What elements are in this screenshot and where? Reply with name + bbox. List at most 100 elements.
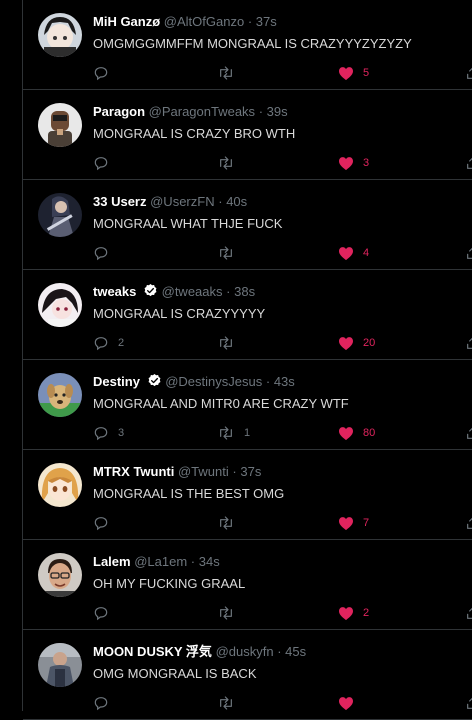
share-button[interactable] (465, 604, 472, 622)
avatar[interactable] (38, 643, 82, 687)
retweet-button[interactable] (217, 334, 244, 352)
retweet-button[interactable] (217, 694, 244, 712)
avatar[interactable] (38, 193, 82, 237)
anime-avatar-icon (38, 283, 82, 327)
display-name[interactable]: MiH Ganzø (93, 14, 160, 29)
tweet[interactable]: MiH Ganzø @AltOfGanzo · 37s OMGMGGMMFFM … (23, 0, 472, 90)
separator-dot: · (190, 554, 196, 569)
share-button[interactable] (465, 694, 472, 712)
tweet[interactable]: Paragon @ParagonTweaks · 39s MONGRAAL IS… (23, 90, 472, 180)
like-button[interactable]: 5 (338, 64, 369, 82)
user-handle[interactable]: @AltOfGanzo (164, 14, 244, 29)
separator-dot: · (247, 14, 253, 29)
timestamp[interactable]: 34s (199, 554, 220, 569)
reply-button[interactable]: 2 (93, 334, 124, 352)
timestamp[interactable]: 43s (274, 374, 295, 389)
dog-avatar-icon (38, 373, 82, 417)
share-button[interactable] (465, 244, 472, 262)
timestamp[interactable]: 39s (267, 104, 288, 119)
heart-icon (339, 336, 353, 350)
reply-button[interactable] (93, 604, 118, 622)
timestamp[interactable]: 38s (234, 284, 255, 299)
tweet-header: MiH Ganzø @AltOfGanzo · 37s (93, 13, 277, 30)
avatar[interactable] (38, 463, 82, 507)
share-icon (467, 337, 472, 349)
user-handle[interactable]: @Twunti (178, 464, 229, 479)
like-button[interactable]: 3 (338, 154, 369, 172)
tweet[interactable]: tweaks @tweaaks · 38s MONGRAAL IS CRAZYY… (23, 270, 472, 360)
display-name[interactable]: 33 Userz (93, 194, 146, 209)
like-button[interactable] (338, 694, 363, 712)
timestamp[interactable]: 45s (285, 644, 306, 659)
avatar[interactable] (38, 283, 82, 327)
tweet-text: MONGRAAL AND MITR0 ARE CRAZY WTF (93, 396, 349, 411)
reply-icon (94, 247, 108, 261)
tweet-text: MONGRAAL IS THE BEST OMG (93, 486, 285, 501)
timestamp[interactable]: 37s (240, 464, 261, 479)
display-name[interactable]: MOON DUSKY 浮気 (93, 644, 212, 659)
display-name[interactable]: Lalem (93, 554, 131, 569)
retweet-button[interactable] (217, 604, 244, 622)
separator-dot: · (232, 464, 237, 479)
user-handle[interactable]: @UserzFN (150, 194, 214, 209)
reply-button[interactable] (93, 64, 118, 82)
avatar[interactable] (38, 373, 82, 417)
retweet-button[interactable] (217, 154, 244, 172)
reply-icon (94, 157, 108, 171)
reply-button[interactable] (93, 154, 118, 172)
user-handle[interactable]: @ParagonTweaks (149, 104, 255, 119)
action-bar: 3 (93, 154, 472, 172)
reply-button[interactable]: 3 (93, 424, 124, 442)
tweet[interactable]: MOON DUSKY 浮気 @duskyfn · 45s OMG MONGRAA… (23, 630, 472, 720)
share-button[interactable] (465, 424, 472, 442)
separator-dot: · (226, 284, 231, 299)
user-handle[interactable]: @DestinysJesus (165, 374, 262, 389)
display-name[interactable]: Paragon (93, 104, 145, 119)
user-handle[interactable]: @duskyfn (216, 644, 274, 659)
share-button[interactable] (465, 334, 472, 352)
like-button[interactable]: 20 (338, 334, 375, 352)
retweet-button[interactable]: 1 (217, 424, 250, 442)
share-button[interactable] (465, 64, 472, 82)
user-handle[interactable]: @La1em (134, 554, 187, 569)
like-button[interactable]: 4 (338, 244, 369, 262)
share-button[interactable] (465, 154, 472, 172)
share-button[interactable] (465, 514, 472, 532)
display-name[interactable]: Destiny (93, 374, 140, 389)
person-avatar-icon (38, 553, 82, 597)
tweet[interactable]: Destiny @DestinysJesus · 43s MONGRAAL AN… (23, 360, 472, 450)
reply-button[interactable] (93, 514, 118, 532)
heart-icon (339, 156, 353, 170)
tweet-text: OMG MONGRAAL IS BACK (93, 666, 257, 681)
retweet-icon (220, 246, 232, 260)
tweet[interactable]: MTRX Twunti @Twunti · 37s MONGRAAL IS TH… (23, 450, 472, 540)
character-avatar-icon (38, 103, 82, 147)
like-button[interactable]: 80 (338, 424, 375, 442)
like-button[interactable]: 7 (338, 514, 369, 532)
reply-count: 3 (118, 427, 125, 439)
reply-icon (94, 517, 108, 531)
timestamp[interactable]: 37s (256, 14, 277, 29)
avatar[interactable] (38, 103, 82, 147)
retweet-icon (220, 426, 232, 440)
tweet[interactable]: Lalem @La1em · 34s OH MY FUCKING GRAAL 2 (23, 540, 472, 630)
retweet-button[interactable] (217, 64, 244, 82)
avatar[interactable] (38, 13, 82, 57)
reply-button[interactable] (93, 694, 118, 712)
display-name[interactable]: MTRX Twunti (93, 464, 174, 479)
person-avatar-icon (38, 643, 82, 687)
tweet-header: Lalem @La1em · 34s (93, 553, 220, 570)
tweet[interactable]: 33 Userz @UserzFN · 40s MONGRAAL WHAT TH… (23, 180, 472, 270)
reply-button[interactable] (93, 244, 118, 262)
avatar[interactable] (38, 553, 82, 597)
display-name[interactable]: tweaks (93, 284, 136, 299)
separator-dot: · (218, 194, 223, 209)
retweet-button[interactable] (217, 244, 244, 262)
retweet-icon (220, 156, 232, 170)
heart-icon (339, 516, 353, 530)
like-button[interactable]: 2 (338, 604, 369, 622)
timestamp[interactable]: 40s (226, 194, 247, 209)
retweet-button[interactable] (217, 514, 244, 532)
user-handle[interactable]: @tweaaks (162, 284, 223, 299)
action-bar: 3 1 80 (93, 424, 472, 442)
